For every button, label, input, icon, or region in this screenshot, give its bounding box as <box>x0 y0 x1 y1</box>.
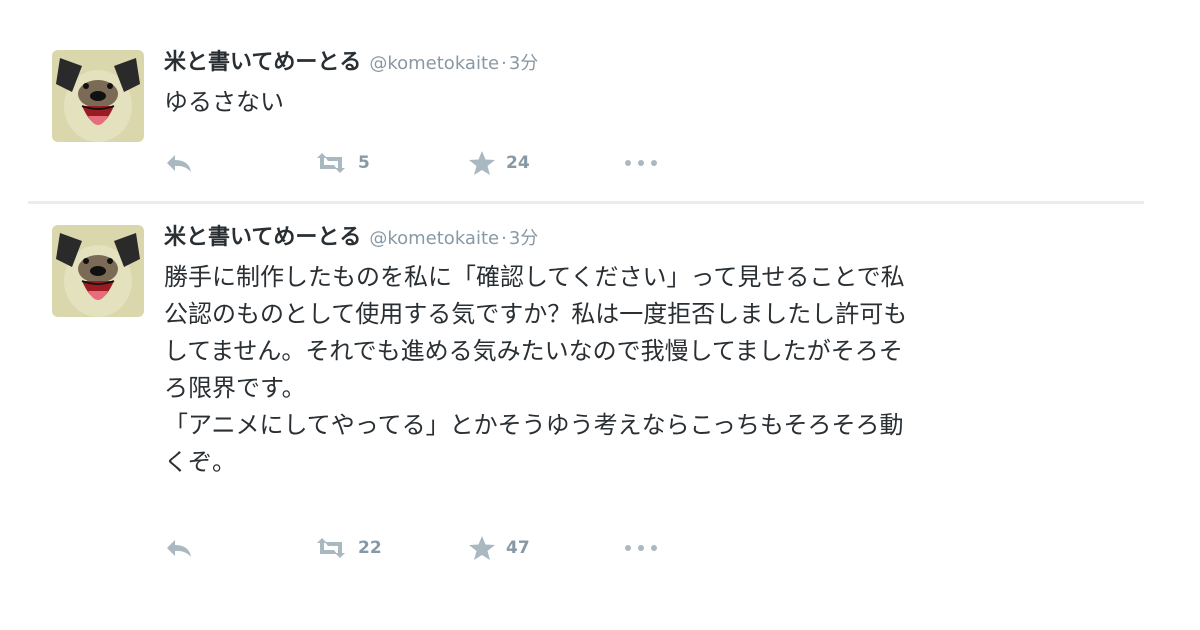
retweet-button[interactable]: 22 <box>314 533 382 563</box>
more-icon <box>625 160 657 166</box>
retweet-count: 5 <box>358 153 370 173</box>
timestamp[interactable]: 3分 <box>509 53 538 74</box>
separator-dot: · <box>501 53 507 74</box>
favorite-count: 24 <box>506 153 530 173</box>
separator-dot: · <box>501 228 507 249</box>
tweet-actions: 22 47 <box>164 533 684 563</box>
favorite-count: 47 <box>506 538 530 558</box>
more-button[interactable] <box>624 533 658 563</box>
more-button[interactable] <box>624 148 658 178</box>
reply-button[interactable] <box>164 533 194 563</box>
reply-icon <box>167 155 191 172</box>
tweet-divider <box>28 201 1144 204</box>
retweet-button[interactable]: 5 <box>314 148 370 178</box>
display-name[interactable]: 米と書いてめーとる <box>164 50 361 75</box>
tweet-text: ゆるさない <box>164 88 284 116</box>
tweet-text: 勝手に制作したものを私に「確認してください」って見せることで私 公認のものとして… <box>164 263 908 476</box>
user-handle[interactable]: @kometokaite <box>369 228 499 249</box>
retweet-icon <box>317 153 345 173</box>
favorite-button[interactable]: 24 <box>468 148 530 178</box>
dog-avatar-icon <box>52 50 144 142</box>
tweet-header: 米と書いてめーとる @kometokaite · 3分 <box>164 46 538 80</box>
retweet-icon <box>317 538 345 558</box>
star-icon <box>469 536 495 560</box>
dog-avatar-icon <box>52 225 144 317</box>
favorite-button[interactable]: 47 <box>468 533 530 563</box>
user-handle[interactable]: @kometokaite <box>369 53 499 74</box>
timestamp[interactable]: 3分 <box>509 228 538 249</box>
more-icon <box>625 545 657 551</box>
tweet: 米と書いてめーとる @kometokaite · 3分 勝手に制作したものを私に「確認… <box>28 205 1144 583</box>
display-name[interactable]: 米と書いてめーとる <box>164 225 361 250</box>
reply-button[interactable] <box>164 148 194 178</box>
tweet: 米と書いてめーとる @kometokaite · 3分 ゆるさない 5 24 <box>28 30 1144 200</box>
retweet-count: 22 <box>358 538 382 558</box>
avatar[interactable] <box>52 50 144 142</box>
reply-icon <box>167 540 191 557</box>
avatar[interactable] <box>52 225 144 317</box>
tweet-header: 米と書いてめーとる @kometokaite · 3分 <box>164 221 538 255</box>
star-icon <box>469 151 495 175</box>
tweet-actions: 5 24 <box>164 148 684 178</box>
